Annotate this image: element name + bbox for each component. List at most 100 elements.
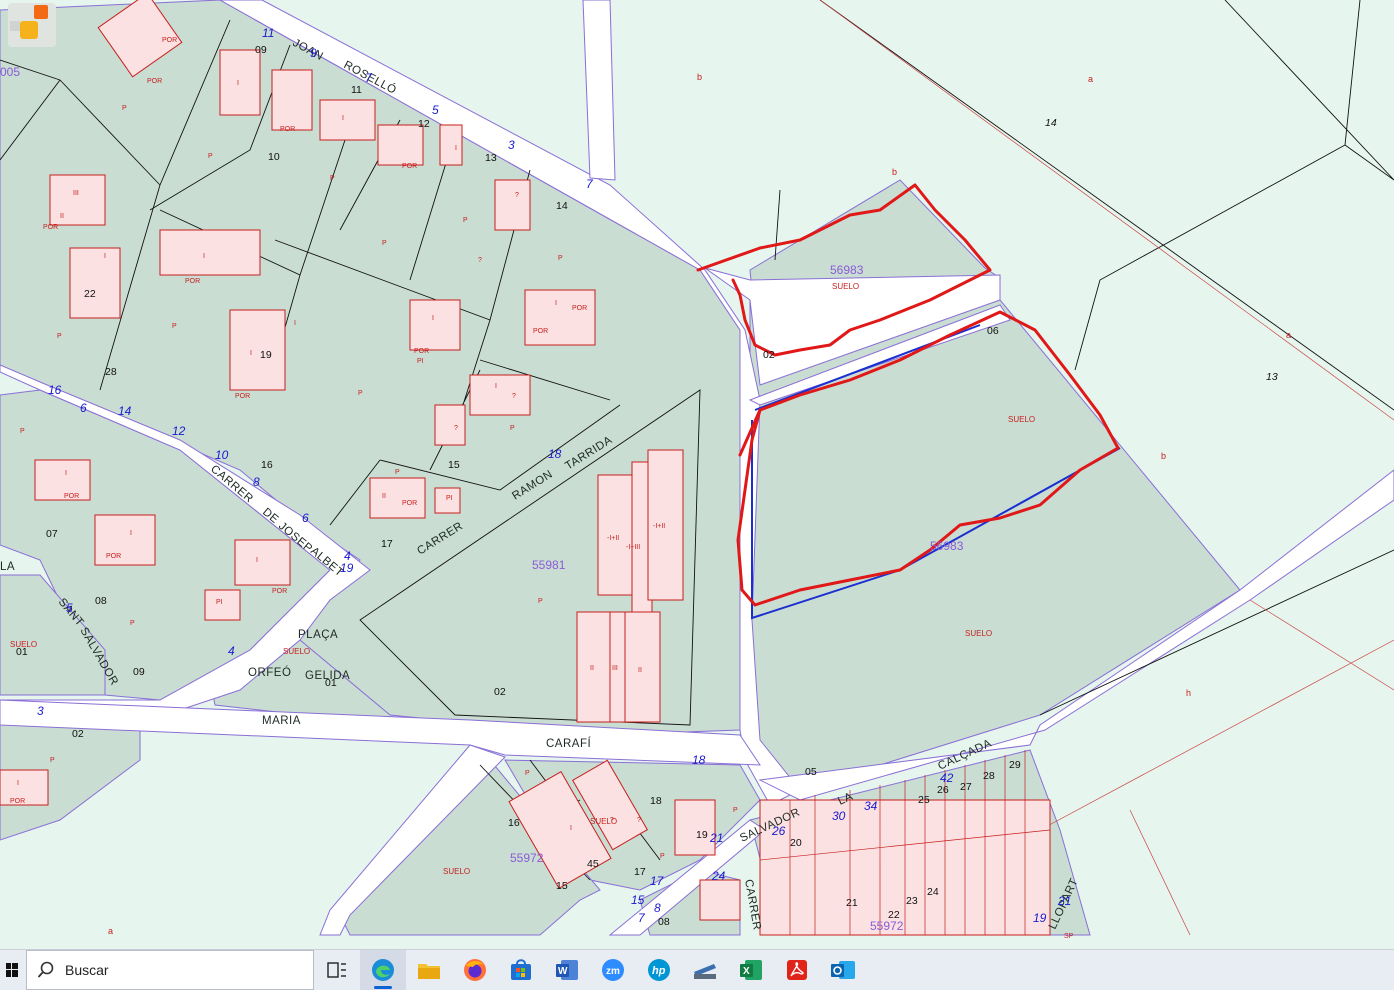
svg-text:I: I bbox=[17, 780, 19, 787]
svg-text:SUELO: SUELO bbox=[965, 629, 992, 638]
svg-text:14: 14 bbox=[1045, 117, 1057, 129]
word-icon: W bbox=[556, 960, 578, 980]
task-view-button[interactable] bbox=[314, 950, 360, 990]
svg-text:15: 15 bbox=[556, 880, 568, 892]
svg-text:hp: hp bbox=[652, 965, 666, 977]
svg-text:3: 3 bbox=[37, 704, 44, 718]
svg-text:P: P bbox=[172, 323, 177, 330]
svg-text:20: 20 bbox=[790, 837, 802, 849]
svg-text:POR: POR bbox=[414, 348, 429, 355]
outlook-button[interactable] bbox=[820, 950, 866, 990]
svg-text:08: 08 bbox=[95, 595, 107, 607]
svg-text:P: P bbox=[358, 390, 363, 397]
svg-text:01: 01 bbox=[325, 677, 337, 689]
svg-text:P: P bbox=[525, 770, 530, 777]
svg-text:I: I bbox=[570, 825, 572, 832]
svg-text:II: II bbox=[590, 665, 594, 672]
task-view-icon bbox=[327, 962, 346, 978]
svg-text:16: 16 bbox=[508, 817, 520, 829]
search-icon bbox=[37, 961, 54, 978]
app-corner-icon[interactable] bbox=[8, 3, 56, 47]
svg-text:II: II bbox=[60, 213, 64, 220]
svg-text:24: 24 bbox=[927, 886, 939, 898]
svg-text:05: 05 bbox=[805, 766, 817, 778]
firefox-icon bbox=[464, 959, 486, 981]
parcel-56983-a: 56983 bbox=[830, 263, 864, 277]
svg-text:22: 22 bbox=[888, 909, 900, 921]
svg-text:P: P bbox=[20, 428, 25, 435]
svg-text:I: I bbox=[495, 383, 497, 390]
street-maria: MARIA bbox=[262, 715, 301, 727]
svg-text:17: 17 bbox=[650, 874, 665, 888]
svg-text:I: I bbox=[203, 253, 205, 260]
hp-button[interactable]: hp bbox=[636, 950, 682, 990]
edge-icon bbox=[372, 959, 394, 981]
hp-icon: hp bbox=[648, 959, 670, 981]
svg-text:zm: zm bbox=[606, 966, 620, 977]
svg-text:25: 25 bbox=[918, 794, 930, 806]
svg-text:27: 27 bbox=[960, 781, 972, 793]
svg-text:PI: PI bbox=[216, 599, 223, 606]
svg-text:P: P bbox=[395, 469, 400, 476]
street-carafi: CARAFÍ bbox=[546, 737, 591, 750]
svg-text:POR: POR bbox=[64, 493, 79, 500]
windows-taskbar: Buscar W zm hp X bbox=[0, 949, 1394, 990]
outlook-icon bbox=[831, 961, 855, 979]
svg-text:I: I bbox=[65, 470, 67, 477]
svg-text:18: 18 bbox=[692, 753, 706, 767]
scanner-button[interactable] bbox=[682, 950, 728, 990]
svg-text:POR: POR bbox=[533, 328, 548, 335]
file-explorer-button[interactable] bbox=[406, 950, 452, 990]
svg-text:18: 18 bbox=[650, 795, 662, 807]
street-la-left: LA bbox=[0, 561, 15, 573]
svg-text:III: III bbox=[73, 190, 79, 197]
svg-text:12: 12 bbox=[172, 424, 186, 438]
svg-text:I: I bbox=[294, 320, 296, 327]
svg-text:SUELO: SUELO bbox=[1008, 415, 1035, 424]
acrobat-button[interactable] bbox=[774, 950, 820, 990]
svg-text:?: ? bbox=[515, 192, 519, 199]
word-button[interactable]: W bbox=[544, 950, 590, 990]
svg-text:PI: PI bbox=[446, 495, 453, 502]
svg-text:19: 19 bbox=[340, 561, 354, 575]
svg-text:34: 34 bbox=[864, 799, 878, 813]
svg-text:P: P bbox=[558, 255, 563, 262]
svg-text:I: I bbox=[237, 80, 239, 87]
svg-text:SP: SP bbox=[1064, 933, 1074, 940]
start-button[interactable] bbox=[0, 950, 24, 990]
store-icon bbox=[511, 959, 531, 980]
edge-taskbar-button[interactable] bbox=[360, 950, 406, 990]
zoom-button[interactable]: zm bbox=[590, 950, 636, 990]
svg-text:19: 19 bbox=[260, 349, 272, 361]
svg-text:4: 4 bbox=[228, 644, 235, 658]
svg-text:45: 45 bbox=[587, 858, 599, 870]
svg-text:I: I bbox=[104, 253, 106, 260]
store-button[interactable] bbox=[498, 950, 544, 990]
cadastral-map[interactable]: JOAN ROSELLÓ CARRER DE JOSEP ALBET CARRE… bbox=[0, 0, 1394, 940]
svg-text:P: P bbox=[208, 153, 213, 160]
svg-text:15: 15 bbox=[448, 459, 460, 471]
svg-text:POR: POR bbox=[147, 78, 162, 85]
svg-text:POR: POR bbox=[162, 37, 177, 44]
svg-text:28: 28 bbox=[105, 366, 117, 378]
svg-text:b: b bbox=[1161, 451, 1166, 461]
svg-text:6: 6 bbox=[80, 401, 87, 415]
svg-text:?: ? bbox=[478, 257, 482, 264]
svg-text:21: 21 bbox=[846, 897, 858, 909]
zoom-icon: zm bbox=[602, 959, 624, 981]
svg-text:13: 13 bbox=[485, 152, 497, 164]
svg-text:II: II bbox=[638, 667, 642, 674]
svg-text:26: 26 bbox=[771, 824, 786, 838]
svg-text:21: 21 bbox=[1057, 894, 1071, 908]
svg-text:09: 09 bbox=[255, 44, 267, 56]
svg-text:I: I bbox=[455, 145, 457, 152]
taskbar-search-box[interactable]: Buscar bbox=[26, 950, 314, 990]
svg-text:15: 15 bbox=[631, 893, 645, 907]
svg-text:P: P bbox=[50, 757, 55, 764]
firefox-button[interactable] bbox=[452, 950, 498, 990]
svg-text:POR: POR bbox=[280, 126, 295, 133]
svg-text:13: 13 bbox=[1266, 371, 1278, 383]
parcel-55972-a: 55972 bbox=[510, 851, 544, 865]
excel-button[interactable]: X bbox=[728, 950, 774, 990]
parcel-55981: 55981 bbox=[532, 558, 566, 572]
